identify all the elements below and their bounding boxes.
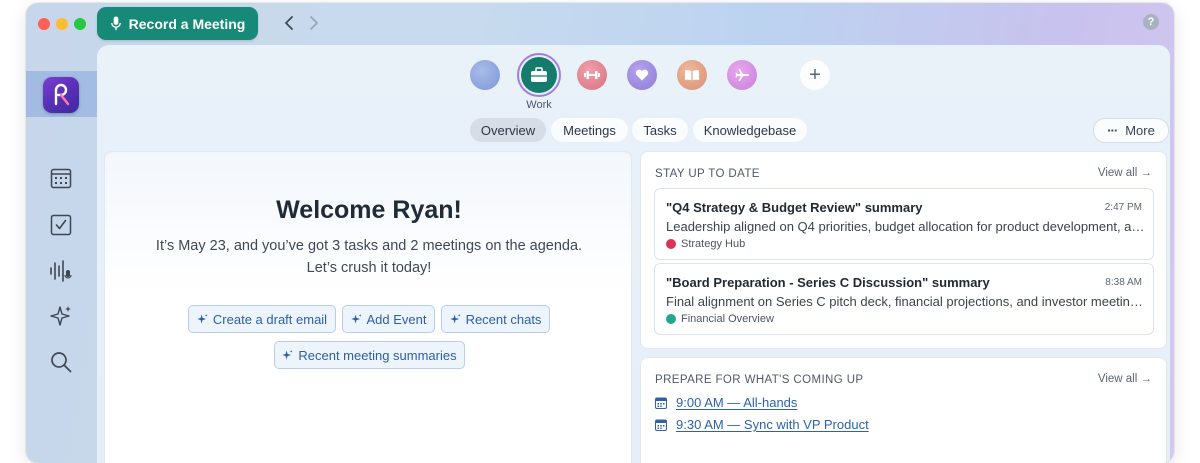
plus-icon: + (809, 63, 821, 86)
tab-meetings-label: Meetings (563, 122, 616, 138)
summary-title: "Q4 Strategy & Budget Review" summary (666, 200, 923, 215)
tab-meetings[interactable]: Meetings (551, 118, 628, 142)
checkbox-icon (50, 214, 72, 236)
tab-overview[interactable]: Overview (470, 118, 546, 142)
tab-knowledgebase-label: Knowledgebase (703, 122, 797, 138)
search-icon (51, 352, 72, 373)
space-work-label: Work (526, 99, 552, 111)
space-love[interactable] (627, 60, 657, 90)
help-button[interactable]: ? (1143, 14, 1159, 30)
chip-label: Create a draft email (212, 311, 328, 327)
summary-tag: Strategy Hub (666, 238, 745, 250)
stay-up-to-date-title: STAY UP TO DATE (655, 168, 760, 180)
main-panel: Work + Overview Meetings Tasks Knowledge… (97, 45, 1170, 463)
sidebar (26, 45, 97, 463)
welcome-card: Welcome Ryan! It’s May 23, and you’ve go… (104, 151, 632, 463)
book-icon (685, 70, 699, 81)
calendar-icon (655, 397, 667, 409)
space-fitness[interactable] (577, 60, 607, 90)
tasks-nav-button[interactable] (48, 212, 74, 238)
recordings-nav-button[interactable] (48, 258, 74, 284)
stay-up-to-date-card: STAY UP TO DATE View all → "Q4 Strategy … (640, 151, 1167, 349)
event-item[interactable]: 9:30 AM — Sync with VP Product (655, 417, 869, 432)
chip-create-draft-email[interactable]: Create a draft email (188, 305, 336, 333)
chip-label: Recent chats (465, 311, 542, 327)
minimize-window-button[interactable] (56, 18, 68, 30)
tab-tasks[interactable]: Tasks (632, 118, 688, 142)
sparkle-icon (350, 313, 362, 324)
event-label: 9:30 AM — Sync with VP Product (676, 417, 869, 432)
event-item[interactable]: 9:00 AM — All-hands (655, 395, 797, 410)
calendar-nav-button[interactable] (48, 165, 74, 191)
airplane-icon (735, 69, 749, 81)
more-label: More (1125, 123, 1155, 138)
tab-tasks-label: Tasks (643, 122, 677, 138)
prepare-title: PREPARE FOR WHAT'S COMING UP (655, 374, 864, 386)
stay-up-to-date-view-all-link[interactable]: View all → (1098, 167, 1152, 179)
logo-icon (54, 83, 70, 106)
zoom-window-button[interactable] (74, 18, 86, 30)
waveform-icon (50, 260, 72, 282)
calendar-icon (655, 419, 667, 431)
welcome-line-1: It’s May 23, and you’ve got 3 tasks and … (155, 238, 583, 254)
space-work[interactable] (517, 53, 561, 97)
summary-time: 8:38 AM (1105, 277, 1142, 288)
record-meeting-label: Record a Meeting (128, 15, 246, 32)
space-reading[interactable] (677, 60, 707, 90)
sparkle-icon (450, 313, 461, 324)
space-travel[interactable] (727, 60, 757, 90)
event-label: 9:00 AM — All-hands (676, 395, 798, 410)
welcome-subtitle: It’s May 23, and you’ve got 3 tasks and … (105, 235, 633, 279)
tab-overview-label: Overview (480, 122, 536, 138)
tab-knowledgebase[interactable]: Knowledgebase (693, 118, 807, 142)
summary-title: "Board Preparation - Series C Discussion… (666, 275, 990, 290)
add-space-button[interactable]: + (800, 60, 830, 90)
more-dots-icon: ··· (1107, 123, 1118, 138)
prepare-card: PREPARE FOR WHAT'S COMING UP View all → … (640, 357, 1167, 463)
microphone-icon (110, 16, 121, 31)
ai-nav-button[interactable] (48, 303, 74, 329)
summary-text: Final alignment on Series C pitch deck, … (666, 294, 1146, 309)
chip-add-event[interactable]: Add Event (342, 305, 435, 333)
briefcase-icon (531, 67, 547, 82)
chip-recent-chats[interactable]: Recent chats (441, 305, 550, 333)
calendar-icon (50, 168, 72, 189)
search-nav-button[interactable] (48, 349, 74, 375)
summary-tag-label: Strategy Hub (681, 238, 746, 250)
back-button[interactable] (280, 13, 298, 33)
space-blue[interactable] (470, 60, 500, 90)
app-logo[interactable] (43, 77, 79, 113)
dumbbell-icon (584, 71, 600, 79)
chevron-right-icon (310, 16, 318, 30)
summary-item[interactable]: "Board Preparation - Series C Discussion… (654, 263, 1154, 335)
more-button[interactable]: ··· More (1093, 118, 1169, 143)
forward-button[interactable] (305, 13, 323, 33)
tag-dot-icon (666, 314, 676, 324)
sparkle-icon (282, 349, 293, 360)
welcome-title: Welcome Ryan! (276, 196, 462, 224)
app-window: Record a Meeting ? Work + Overview Meeti… (26, 3, 1174, 463)
summary-item[interactable]: "Q4 Strategy & Budget Review" summary 2:… (654, 188, 1154, 260)
prepare-view-all-link[interactable]: View all → (1098, 373, 1152, 385)
help-icon: ? (1147, 16, 1155, 28)
welcome-line-2: Let’s crush it today! (306, 260, 432, 276)
chip-label: Add Event (366, 311, 427, 327)
tag-dot-icon (666, 239, 676, 249)
chevron-left-icon (285, 16, 293, 30)
summary-tag-label: Financial Overview (681, 313, 774, 325)
record-meeting-button[interactable]: Record a Meeting (97, 7, 258, 40)
sparkle-icon (197, 313, 208, 324)
heart-icon (635, 69, 649, 81)
summary-time: 2:47 PM (1104, 202, 1142, 213)
chip-label: Recent meeting summaries (298, 347, 457, 363)
chip-recent-meeting-summaries[interactable]: Recent meeting summaries (274, 341, 465, 369)
close-window-button[interactable] (38, 18, 50, 30)
summary-text: Leadership aligned on Q4 priorities, bud… (666, 219, 1146, 234)
summary-tag: Financial Overview (666, 313, 774, 325)
sparkle-icon (50, 306, 71, 326)
